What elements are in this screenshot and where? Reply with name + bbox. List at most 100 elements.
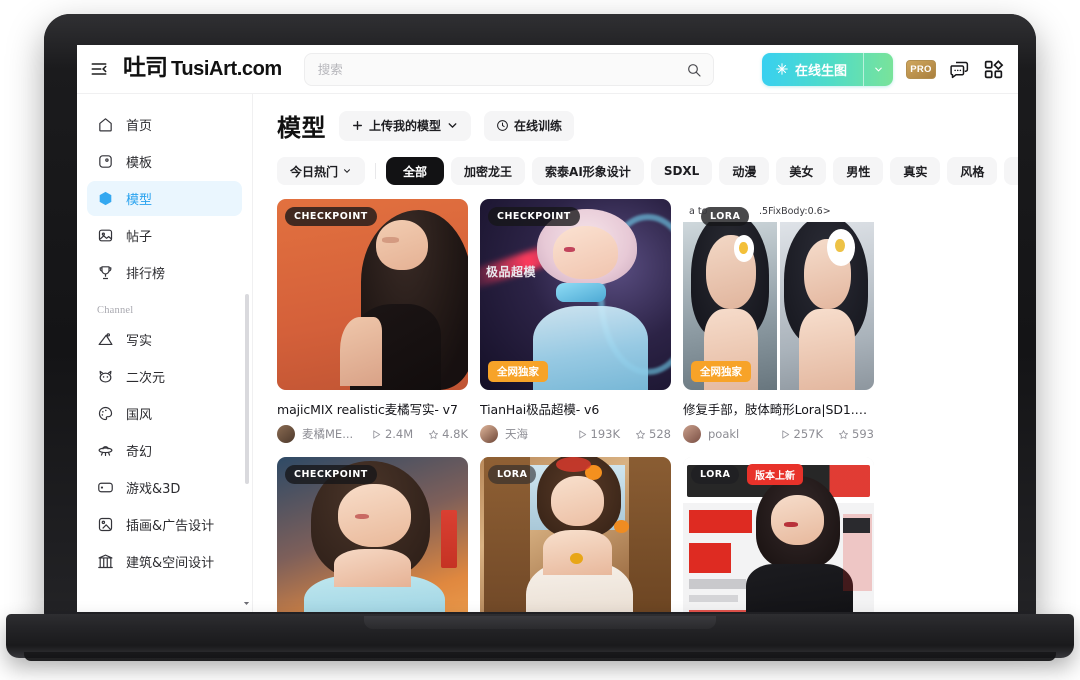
- pro-badge[interactable]: PRO: [906, 59, 936, 79]
- like-count-value: 593: [852, 427, 874, 441]
- cat-face-icon: [97, 368, 114, 385]
- upload-model-button[interactable]: 上传我的模型: [339, 110, 472, 141]
- sidebar-item-label: 奇幻: [126, 445, 153, 460]
- sidebar-item-templates[interactable]: 模板: [87, 144, 242, 179]
- card-thumbnail[interactable]: LORA: [480, 457, 671, 612]
- chip-beauty[interactable]: 美女: [776, 157, 827, 185]
- sidebar-item-label: 游戏&3D: [126, 482, 181, 497]
- sort-label: 今日热门: [290, 164, 339, 179]
- brand-logo-cjk: 吐司: [123, 54, 168, 81]
- sidebar-item-architecture-space[interactable]: 建筑&空间设计: [87, 544, 242, 579]
- card-artwork: [277, 199, 468, 390]
- sidebar-scrollbar[interactable]: [245, 294, 249, 484]
- sidebar-item-guofeng[interactable]: 国风: [87, 396, 242, 431]
- model-card-grid: CHECKPOINT majicMIX realistic麦橘写实- v7 麦橘…: [277, 199, 1018, 612]
- star-icon: [635, 429, 646, 440]
- sidebar-item-home[interactable]: 首页: [87, 107, 242, 142]
- sidebar-item-illustration-ads[interactable]: 插画&广告设计: [87, 507, 242, 542]
- card-thumbnail[interactable]: CHECKPOINT 全网独家: [277, 457, 468, 612]
- model-author[interactable]: 天海: [505, 426, 528, 442]
- run-count: 2.4M: [371, 427, 413, 441]
- model-title: majicMIX realistic麦橘写实- v7: [277, 402, 458, 417]
- model-card[interactable]: CHECKPOINT majicMIX realistic麦橘写实- v7 麦橘…: [277, 199, 468, 443]
- model-author[interactable]: 麦橘ME...: [302, 426, 353, 442]
- star-icon: [428, 429, 439, 440]
- sidebar-item-label: 模型: [126, 193, 153, 208]
- search-input[interactable]: [317, 61, 679, 77]
- mountain-icon: [97, 331, 114, 348]
- brand-logo[interactable]: 吐司 TusiArt.com: [123, 54, 282, 81]
- home-icon: [97, 116, 114, 133]
- model-type-badge: LORA: [691, 465, 740, 484]
- generate-button-group[interactable]: 在线生图: [761, 52, 893, 86]
- model-author[interactable]: poakl: [708, 427, 739, 441]
- sidebar-collapse-icon[interactable]: [89, 59, 109, 79]
- chip-male[interactable]: 男性: [833, 157, 884, 185]
- chip-zotac-ai-design[interactable]: 索泰AI形象设计: [532, 157, 644, 185]
- generate-button[interactable]: 在线生图: [762, 53, 863, 86]
- grid-apps-icon[interactable]: [983, 59, 1004, 80]
- sidebar-item-label: 国风: [126, 408, 153, 423]
- play-icon: [780, 429, 791, 440]
- model-card[interactable]: a to LORA .5FixBody:0.6> 全网独家 修复手部，肢体畸形L…: [683, 199, 874, 443]
- model-title: TianHai极品超模- v6: [480, 402, 600, 417]
- run-count: 193K: [577, 427, 620, 441]
- sidebar-item-games-3d[interactable]: 游戏&3D: [87, 470, 242, 505]
- sidebar-item-realistic[interactable]: 写实: [87, 322, 242, 357]
- chip-anime[interactable]: 动漫: [719, 157, 770, 185]
- sidebar-item-anime[interactable]: 二次元: [87, 359, 242, 394]
- avatar[interactable]: [277, 425, 295, 443]
- model-card[interactable]: CHECKPOINT 全网独家 TianHai-照影- v2.0 天海 124K: [277, 457, 468, 612]
- sidebar-item-fantasy[interactable]: 奇幻: [87, 433, 242, 468]
- sidebar-item-label: 首页: [126, 119, 153, 134]
- run-count-value: 2.4M: [384, 427, 414, 441]
- sidebar-item-label: 建筑&空间设计: [126, 556, 215, 571]
- sparkle-icon: [775, 62, 789, 76]
- sidebar-item-models[interactable]: 模型: [87, 181, 242, 216]
- search-icon[interactable]: [686, 62, 702, 78]
- main-content: 模型 上传我的模型 在线训练 今日热门 全部 加密龙王 索泰AI形象设计 SDX…: [253, 94, 1018, 612]
- avatar[interactable]: [683, 425, 701, 443]
- chevron-down-icon[interactable]: [242, 595, 251, 605]
- card-thumbnail[interactable]: CHECKPOINT: [277, 199, 468, 390]
- chip-realistic[interactable]: 真实: [890, 157, 941, 185]
- card-thumbnail[interactable]: CHECKPOINT 极品超模 全网独家: [480, 199, 671, 390]
- like-count: 528: [635, 427, 671, 441]
- chip-all[interactable]: 全部: [386, 157, 445, 185]
- chat-bubble-icon[interactable]: [949, 59, 970, 80]
- model-card[interactable]: LORA: [480, 457, 671, 612]
- chip-style[interactable]: 风格: [947, 157, 998, 185]
- chip-divider: [375, 163, 377, 179]
- model-type-badge: CHECKPOINT: [285, 207, 377, 226]
- card-thumbnail[interactable]: a to LORA .5FixBody:0.6> 全网独家: [683, 199, 874, 390]
- run-count-value: 257K: [793, 427, 824, 441]
- model-card[interactable]: LORA 版本上新: [683, 457, 874, 612]
- chip-guofeng[interactable]: 国风: [1004, 157, 1018, 185]
- gamepad-icon: [97, 479, 114, 496]
- generate-dropdown-button[interactable]: [863, 52, 893, 86]
- sidebar-item-leaderboard[interactable]: 排行榜: [87, 255, 242, 290]
- illustration-icon: [97, 516, 114, 533]
- clock-icon: [496, 119, 509, 132]
- sidebar-item-label: 帖子: [126, 230, 153, 245]
- sidebar-item-posts[interactable]: 帖子: [87, 218, 242, 253]
- card-meta: poakl 257K 593: [683, 425, 874, 443]
- exclusive-badge: 全网独家: [488, 361, 548, 382]
- play-icon: [371, 429, 382, 440]
- model-type-badge: CHECKPOINT: [488, 207, 580, 226]
- tusiart-app: 吐司 TusiArt.com 搜索 在线生图 PRO 首页 模板 模型 帖子 排…: [77, 45, 1018, 612]
- like-count: 593: [838, 427, 874, 441]
- online-training-button[interactable]: 在线训练: [484, 110, 575, 141]
- laptop-hinge-notch: [364, 616, 716, 629]
- avatar[interactable]: [480, 425, 498, 443]
- chip-jiamilongwang[interactable]: 加密龙王: [451, 157, 526, 185]
- run-count: 257K: [780, 427, 824, 441]
- sidebar: 首页 模板 模型 帖子 排行榜 Channel 写实 二次元 国风 奇幻 游戏&…: [77, 94, 253, 612]
- upload-model-label: 上传我的模型: [369, 119, 442, 133]
- search-box[interactable]: [303, 52, 714, 86]
- ufo-icon: [97, 442, 114, 459]
- card-thumbnail[interactable]: LORA 版本上新: [683, 457, 874, 612]
- model-card[interactable]: CHECKPOINT 极品超模 全网独家 TianHai极品超模- v6 天海: [480, 199, 671, 443]
- sort-dropdown[interactable]: 今日热门: [277, 157, 366, 185]
- chip-sdxl[interactable]: SDXL: [650, 157, 713, 185]
